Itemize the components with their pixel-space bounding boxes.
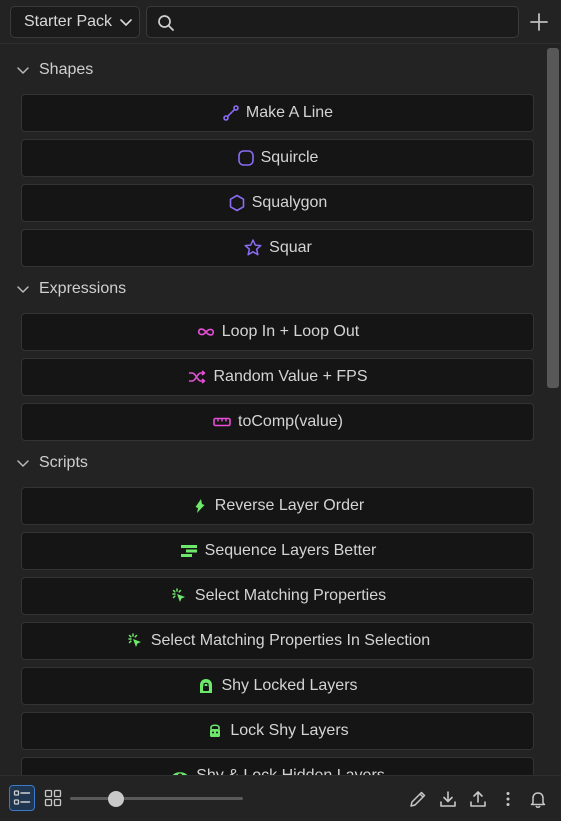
list-view-button[interactable] bbox=[9, 785, 35, 811]
snippet-tocomp-value[interactable]: toComp(value) bbox=[21, 403, 534, 441]
snippet-label: Squar bbox=[269, 239, 312, 256]
section-title: Scripts bbox=[39, 454, 88, 471]
snippet-label: Select Matching Properties bbox=[194, 587, 387, 604]
notifications-button[interactable] bbox=[525, 786, 551, 812]
section-header-shapes[interactable]: Shapes bbox=[16, 58, 93, 82]
bottom-toolbar bbox=[0, 775, 561, 821]
ruler-icon bbox=[212, 413, 232, 431]
grid-view-button[interactable] bbox=[40, 785, 66, 811]
add-icon[interactable] bbox=[528, 11, 550, 33]
section-header-expressions[interactable]: Expressions bbox=[16, 277, 126, 301]
snippet-squircle[interactable]: Squircle bbox=[21, 139, 534, 177]
snippet-loop-in-loop-out[interactable]: Loop In + Loop Out bbox=[21, 313, 534, 351]
zoom-slider-track[interactable] bbox=[70, 797, 243, 800]
download-icon bbox=[440, 791, 456, 807]
bell-icon bbox=[530, 792, 546, 808]
section-title: Expressions bbox=[39, 280, 127, 297]
snippet-squalygon[interactable]: Squalygon bbox=[21, 184, 534, 222]
more-options-button[interactable] bbox=[495, 786, 521, 812]
snippet-lock-shy-layers[interactable]: Lock Shy Layers bbox=[21, 712, 534, 750]
snippet-list: Shapes Make A Line Squircle Squalygon Sq… bbox=[0, 45, 545, 775]
snippet-squar[interactable]: Squar bbox=[21, 229, 534, 267]
chevron-down-icon bbox=[17, 286, 29, 293]
snippet-label: Loop In + Loop Out bbox=[221, 323, 360, 340]
top-bar: Starter Pack bbox=[0, 0, 561, 44]
snippet-select-matching-properties[interactable]: Select Matching Properties bbox=[21, 577, 534, 615]
import-button[interactable] bbox=[435, 786, 461, 812]
snippet-reverse-layer-order[interactable]: Reverse Layer Order bbox=[21, 487, 534, 525]
eye-lock-icon bbox=[170, 767, 190, 775]
snippet-label: Lock Shy Layers bbox=[230, 722, 349, 739]
snippet-label: Select Matching Properties In Selection bbox=[150, 632, 431, 649]
line-icon bbox=[222, 104, 240, 122]
scrollbar[interactable] bbox=[545, 45, 561, 775]
snippet-sequence-layers-better[interactable]: Sequence Layers Better bbox=[21, 532, 534, 570]
snippet-label: toComp(value) bbox=[238, 413, 343, 430]
list-view-icon bbox=[13, 790, 31, 805]
infinity-icon bbox=[196, 323, 216, 341]
sequence-icon bbox=[179, 542, 199, 560]
section-title: Shapes bbox=[39, 61, 94, 78]
snippet-label: Random Value + FPS bbox=[213, 368, 368, 385]
hexagon-icon bbox=[228, 194, 246, 212]
select-cursor-icon bbox=[125, 631, 145, 651]
snippet-label: Shy & Lock Hidden Layers bbox=[196, 767, 385, 775]
star-icon bbox=[243, 238, 263, 258]
reverse-icon bbox=[191, 497, 209, 515]
snippet-label: Make A Line bbox=[245, 104, 334, 121]
lock-shy-icon bbox=[206, 722, 224, 740]
chevron-down-icon bbox=[120, 19, 132, 26]
grid-view-icon bbox=[44, 789, 62, 807]
zoom-slider-handle[interactable] bbox=[108, 791, 124, 807]
select-cursor-icon bbox=[169, 586, 189, 606]
pack-selector-dropdown[interactable]: Starter Pack bbox=[10, 6, 140, 38]
more-vertical-icon bbox=[506, 792, 510, 806]
search-icon bbox=[158, 15, 174, 31]
snippet-random-value-fps[interactable]: Random Value + FPS bbox=[21, 358, 534, 396]
snippet-label: Reverse Layer Order bbox=[214, 497, 365, 514]
search-box bbox=[146, 6, 519, 38]
pencil-icon bbox=[410, 791, 426, 807]
export-button[interactable] bbox=[465, 786, 491, 812]
section-header-scripts[interactable]: Scripts bbox=[16, 451, 88, 475]
snippet-shy-lock-hidden-layers[interactable]: Shy & Lock Hidden Layers bbox=[21, 757, 534, 775]
scrollbar-thumb[interactable] bbox=[547, 48, 559, 388]
snippet-label: Squalygon bbox=[251, 194, 328, 211]
snippet-label: Sequence Layers Better bbox=[204, 542, 377, 559]
edit-button[interactable] bbox=[405, 786, 431, 812]
snippet-label: Squircle bbox=[260, 149, 319, 166]
shuffle-icon bbox=[187, 368, 207, 386]
pack-selector-label: Starter Pack bbox=[24, 13, 113, 30]
snippet-select-matching-properties-in-selection[interactable]: Select Matching Properties In Selection bbox=[21, 622, 534, 660]
snippet-make-a-line[interactable]: Make A Line bbox=[21, 94, 534, 132]
chevron-down-icon bbox=[17, 460, 29, 467]
chevron-down-icon bbox=[17, 67, 29, 74]
upload-icon bbox=[470, 791, 486, 807]
shy-lock-icon bbox=[197, 677, 215, 695]
squircle-icon bbox=[237, 149, 255, 167]
snippet-shy-locked-layers[interactable]: Shy Locked Layers bbox=[21, 667, 534, 705]
search-input[interactable] bbox=[181, 7, 511, 37]
snippet-label: Shy Locked Layers bbox=[221, 677, 358, 694]
